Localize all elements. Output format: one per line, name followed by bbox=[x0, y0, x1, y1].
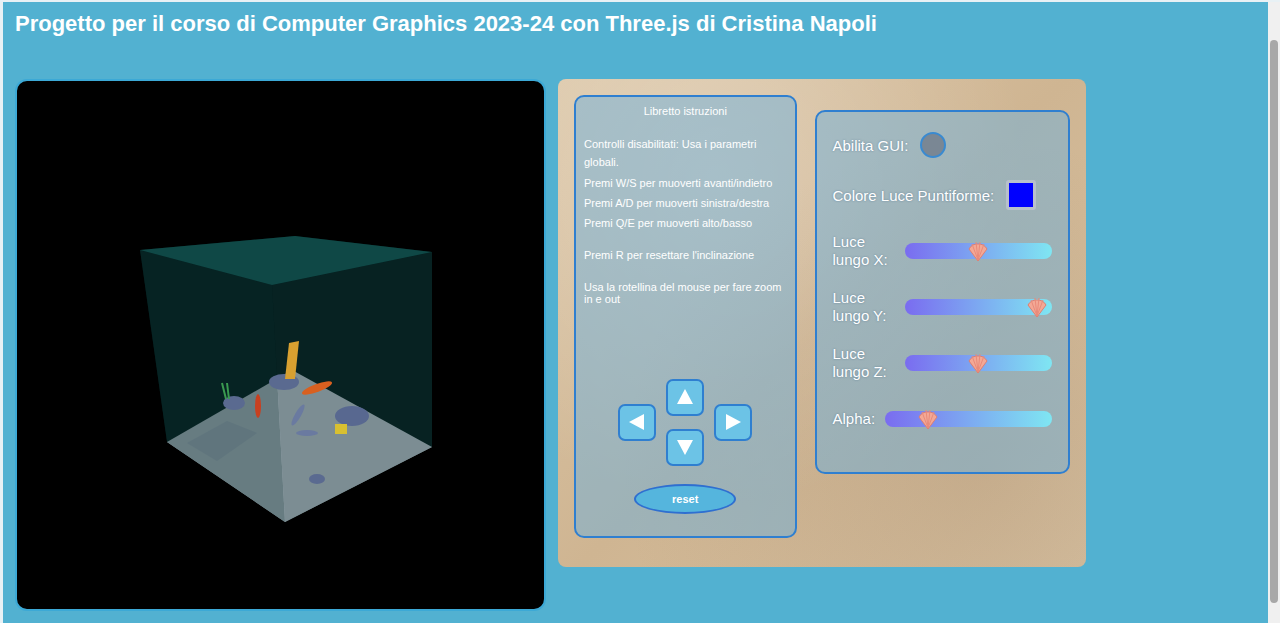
toggle-row: Abilita GUI: bbox=[833, 132, 1052, 158]
slider-track[interactable] bbox=[905, 355, 1052, 371]
slider-track[interactable] bbox=[905, 243, 1052, 259]
arrow-up-icon bbox=[676, 388, 694, 406]
slider-row: Luce lungo X: bbox=[833, 232, 1052, 270]
slider-label: Luce lungo Y: bbox=[833, 289, 895, 325]
slider-row: Alpha: bbox=[833, 400, 1052, 438]
reset-button[interactable]: reset bbox=[634, 484, 736, 514]
scrollbar[interactable] bbox=[1268, 2, 1280, 623]
slider-fill bbox=[905, 299, 1038, 315]
scene-canvas[interactable] bbox=[15, 79, 546, 611]
gui-toggle[interactable] bbox=[920, 132, 946, 158]
instruction-line: Premi A/D per muoverti sinistra/destra bbox=[584, 197, 787, 209]
instruction-line: Usa la rotellina del mouse per fare zoom… bbox=[584, 281, 787, 305]
slider-fill bbox=[905, 355, 979, 371]
toggle-label: Abilita GUI: bbox=[833, 137, 909, 154]
instructions-title: Libretto istruzioni bbox=[584, 105, 787, 117]
slider-label: Luce lungo X: bbox=[833, 233, 895, 269]
slider-row: Luce lungo Z: bbox=[833, 344, 1052, 382]
arrow-up-button[interactable] bbox=[666, 379, 704, 416]
arrow-down-button[interactable] bbox=[666, 429, 704, 466]
scrollbar-thumb[interactable] bbox=[1270, 40, 1278, 603]
arrow-left-icon bbox=[628, 413, 646, 431]
shell-icon[interactable] bbox=[1025, 295, 1049, 319]
arrow-right-icon bbox=[724, 413, 742, 431]
gui-card: Abilita GUI: Colore Luce Puntiforme: Luc… bbox=[815, 110, 1070, 474]
control-panel: Libretto istruzioni Controlli disabilita… bbox=[558, 79, 1086, 567]
slider-track[interactable] bbox=[905, 299, 1052, 315]
instruction-line: Premi W/S per muoverti avanti/indietro bbox=[584, 177, 787, 189]
instruction-line: Premi Q/E per muoverti alto/basso bbox=[584, 217, 787, 229]
instruction-line: Premi R per resettare l'inclinazione bbox=[584, 249, 787, 261]
slider-fill bbox=[905, 243, 979, 259]
arrow-down-icon bbox=[676, 438, 694, 456]
instructions-card: Libretto istruzioni Controlli disabilita… bbox=[574, 95, 797, 538]
shell-icon[interactable] bbox=[916, 407, 940, 431]
instruction-line: Controlli disabilitati: Usa i parametri … bbox=[584, 135, 787, 171]
slider-track[interactable] bbox=[885, 411, 1052, 427]
aquarium-icon bbox=[17, 81, 544, 609]
slider-row: Luce lungo Y: bbox=[833, 288, 1052, 326]
shell-icon[interactable] bbox=[966, 239, 990, 263]
shell-icon[interactable] bbox=[966, 351, 990, 375]
color-picker[interactable] bbox=[1006, 180, 1036, 210]
page-title: Progetto per il corso di Computer Graphi… bbox=[15, 10, 1268, 38]
arrow-left-button[interactable] bbox=[618, 404, 656, 441]
slider-label: Luce lungo Z: bbox=[833, 345, 895, 381]
color-label: Colore Luce Puntiforme: bbox=[833, 187, 995, 204]
movement-pad: reset bbox=[584, 379, 787, 515]
arrow-right-button[interactable] bbox=[714, 404, 752, 441]
slider-label: Alpha: bbox=[833, 410, 876, 428]
color-row: Colore Luce Puntiforme: bbox=[833, 180, 1052, 210]
